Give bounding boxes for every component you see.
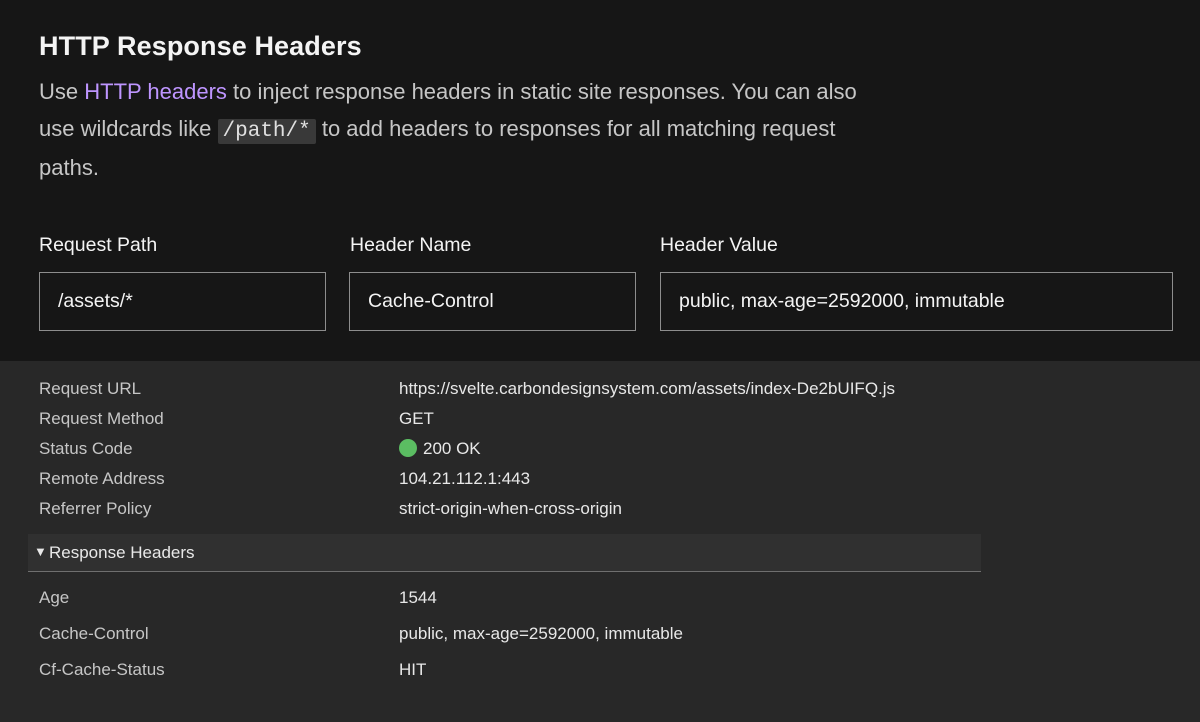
header-name-input[interactable]: Cache-Control: [349, 272, 636, 331]
header-value-input[interactable]: public, max-age=2592000, immutable: [660, 272, 1173, 331]
request-method-value: GET: [399, 409, 434, 428]
request-path-input[interactable]: /assets/*: [39, 272, 326, 331]
response-header-value: 1544: [399, 588, 437, 607]
response-header-value: HIT: [399, 660, 427, 679]
response-header-value: public, max-age=2592000, immutable: [399, 624, 683, 643]
response-header-key: Cache-Control: [39, 624, 149, 643]
header-name-label: Header Name: [350, 234, 472, 256]
status-ok-icon: [399, 439, 417, 457]
referrer-policy-value: strict-origin-when-cross-origin: [399, 499, 622, 518]
description: Use HTTP headers to inject response head…: [39, 74, 879, 187]
general-key: Request Method: [39, 409, 164, 428]
header-value-label: Header Value: [660, 234, 778, 256]
general-key: Remote Address: [39, 469, 165, 488]
request-url-value: https://svelte.carbondesignsystem.com/as…: [399, 379, 896, 398]
general-key: Referrer Policy: [39, 499, 152, 518]
response-header-key: Cf-Cache-Status: [39, 660, 165, 679]
remote-address-value: 104.21.112.1:443: [399, 469, 531, 488]
triangle-down-icon: ▼: [34, 544, 47, 559]
page-title: HTTP Response Headers: [39, 31, 362, 61]
general-key: Status Code: [39, 439, 133, 458]
description-text: Use: [39, 79, 85, 104]
http-headers-link[interactable]: HTTP headers: [84, 79, 227, 104]
status-code-text: 200 OK: [423, 439, 481, 458]
response-header-key: Age: [39, 588, 70, 607]
path-code-snippet: /path/*: [217, 118, 316, 144]
settings-panel: HTTP Response Headers Use HTTP headers t…: [0, 0, 1200, 361]
response-headers-section-toggle[interactable]: ▼ Response Headers: [28, 534, 981, 572]
request-path-label: Request Path: [39, 234, 158, 256]
response-headers-heading: Response Headers: [49, 543, 195, 562]
status-code-value: 200 OK: [399, 439, 481, 459]
general-key: Request URL: [39, 379, 142, 398]
